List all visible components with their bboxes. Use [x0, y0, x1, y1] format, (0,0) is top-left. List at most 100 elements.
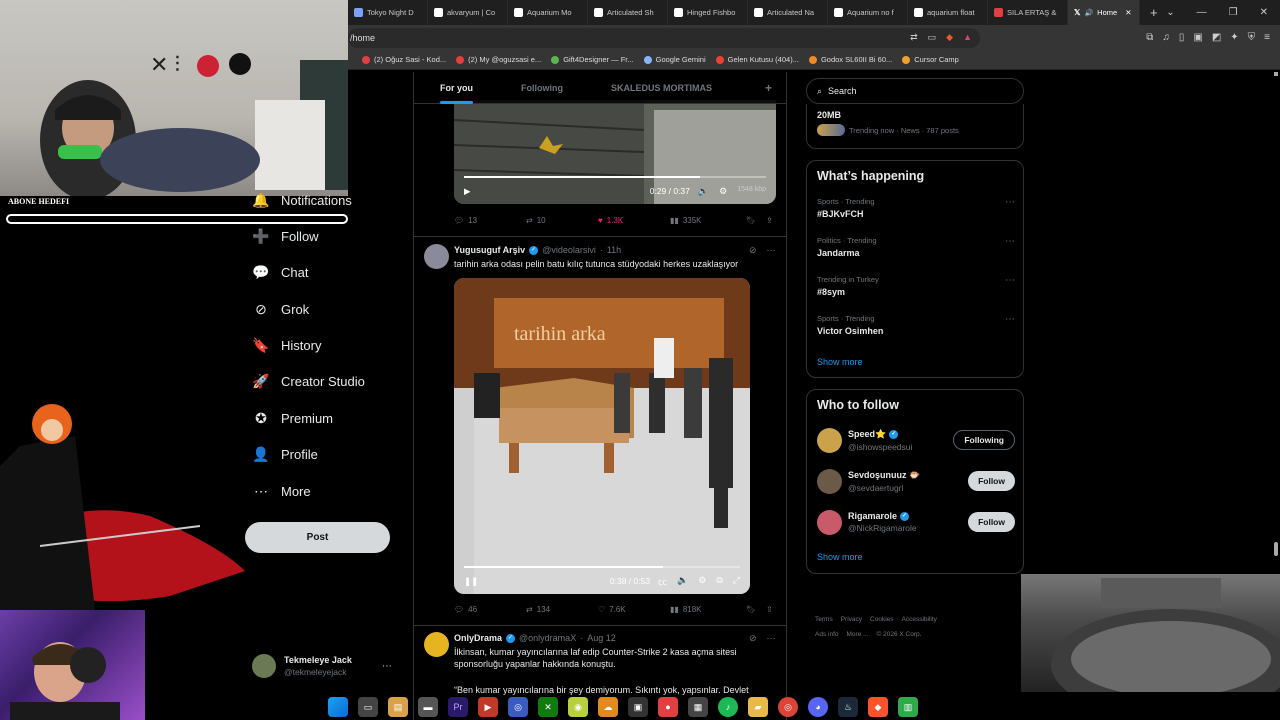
avatar[interactable]	[817, 509, 842, 535]
tweet3-time[interactable]: Aug 12	[587, 633, 616, 643]
browser-tab[interactable]: Articulated Sh	[588, 0, 668, 25]
browser-tab[interactable]: Aquarium Mo	[508, 0, 588, 25]
record-icon[interactable]: ●	[658, 697, 678, 717]
wallet-icon[interactable]: ◩	[1212, 32, 1221, 43]
repost-button[interactable]: ⇄ 134	[526, 605, 598, 614]
folder-icon[interactable]: ▰	[748, 697, 768, 717]
bookmark-item[interactable]: Cursor Camp	[902, 55, 959, 64]
tweet1-video[interactable]: ▶ 0:29 / 0:37 🔈 ⚙ 1548 kbp	[454, 100, 776, 204]
pause-icon[interactable]: ❚❚	[464, 576, 478, 587]
more-icon[interactable]: ⋯	[382, 661, 392, 672]
browser-tab[interactable]: SILA ERTAŞ &	[988, 0, 1068, 25]
search-app-icon[interactable]: ◎	[508, 697, 528, 717]
edge-icon[interactable]	[328, 697, 348, 717]
footer-link[interactable]: Privacy	[841, 616, 862, 623]
follow-button[interactable]: Follow	[968, 471, 1015, 491]
tweet2-avatar[interactable]	[424, 244, 449, 269]
premiere-icon[interactable]: Pr	[448, 697, 468, 717]
views-button[interactable]: ▮▮ 818K	[670, 605, 742, 614]
youtube-studio-icon[interactable]: ▶	[478, 697, 498, 717]
xbox-icon[interactable]: ✕	[538, 697, 558, 717]
spotify-icon[interactable]: ♪	[718, 697, 738, 717]
notepad-icon[interactable]: ▤	[388, 697, 408, 717]
more-icon[interactable]: ⋯	[767, 633, 776, 644]
footer-link[interactable]: Terms	[815, 616, 833, 623]
discord-icon[interactable]: ◕	[808, 697, 828, 717]
avatar[interactable]	[817, 427, 842, 453]
scrollbar-thumb[interactable]	[1274, 542, 1278, 556]
brave-icon[interactable]: ◆	[868, 697, 888, 717]
close-window-icon[interactable]: ✕	[1260, 7, 1268, 18]
more-icon[interactable]: ⋯	[1005, 236, 1015, 247]
sidebar-item-more[interactable]: ⋯ More	[253, 479, 365, 503]
pip-icon[interactable]: ⧉	[716, 575, 722, 588]
bookmark-icon[interactable]: 🔖︎	[746, 605, 756, 614]
grok-explain-icon[interactable]: ⊘	[749, 633, 757, 644]
tweet2-video[interactable]: tarihin arka ❚❚ 0:38 / 0:53 ㏄ 🔈 ⚙ ⧉ ⤢	[454, 278, 750, 594]
minimize-icon[interactable]: —	[1197, 7, 1207, 18]
show-more-follow-link[interactable]: Show more	[817, 552, 863, 562]
keyboard-icon[interactable]: ▬	[418, 697, 438, 717]
cast-icon[interactable]: ▭	[928, 32, 937, 43]
reply-button[interactable]: 💬︎ 46	[454, 605, 526, 614]
settings-icon[interactable]: ⚙	[719, 186, 727, 197]
trend-item[interactable]: Politics · Trending Jandarma ⋯	[817, 236, 1015, 258]
volume-icon[interactable]: 🔈	[698, 186, 709, 197]
tab-following[interactable]: Following	[495, 72, 585, 104]
footer-link[interactable]: Ads info	[815, 631, 839, 638]
fullscreen-icon[interactable]: ⤢	[733, 575, 740, 588]
menu-icon[interactable]: ≡	[1264, 32, 1270, 43]
chrome-icon[interactable]: ◎	[778, 697, 798, 717]
close-tab-icon[interactable]: ✕	[1125, 8, 1131, 17]
tweet2-handle[interactable]: @videolarsivi	[542, 245, 596, 255]
browser-tab[interactable]: Articulated Na	[748, 0, 828, 25]
follow-suggestion[interactable]: Rigamarole ✓ @NickRigamarole Follow	[817, 508, 1015, 536]
media-icon[interactable]: ♫	[1162, 32, 1170, 43]
brave-shield-icon[interactable]: ◆	[946, 32, 953, 43]
terminal-icon[interactable]: ▣	[628, 697, 648, 717]
follow-button[interactable]: Follow	[968, 512, 1015, 532]
tasks-icon[interactable]: ▥	[898, 697, 918, 717]
more-icon[interactable]: ⋯	[1005, 197, 1015, 208]
scrollbar[interactable]	[1272, 70, 1280, 694]
more-icon[interactable]: ⋯	[1005, 314, 1015, 325]
url-text[interactable]: /home	[350, 33, 375, 43]
share-icon[interactable]: ⇪	[766, 216, 773, 225]
sidebar-item-history[interactable]: 🔖 History	[252, 334, 365, 358]
sidebar-item-chat[interactable]: 💬 Chat	[252, 261, 365, 285]
like-button[interactable]: ♡ 7.6K	[598, 605, 670, 614]
browser-tab[interactable]: Tokyo Night D	[348, 0, 428, 25]
tweet3-handle[interactable]: @onlydramaX	[519, 633, 576, 643]
trend-topic[interactable]: 20MB	[817, 110, 841, 120]
sidebar-item-profile[interactable]: 👤 Profile	[252, 443, 365, 467]
volume-icon[interactable]: 🔈	[677, 575, 688, 588]
post-button[interactable]: Post	[245, 522, 390, 553]
cloud-icon[interactable]: ☁	[598, 697, 618, 717]
tweet2-time[interactable]: 11h	[607, 245, 621, 255]
bookmark-item[interactable]: Google Gemini	[643, 55, 706, 64]
like-button[interactable]: ♥ 1.3K	[598, 216, 670, 225]
avatar[interactable]	[817, 468, 842, 494]
bookmark-icon[interactable]: 🔖︎	[746, 216, 756, 225]
video-editor-icon[interactable]: ▦	[688, 697, 708, 717]
tab-for-you[interactable]: For you	[414, 72, 495, 104]
reply-button[interactable]: 💬︎ 13	[454, 216, 526, 225]
views-button[interactable]: ▮▮ 335K	[670, 216, 742, 225]
app-icon[interactable]: ▭	[358, 697, 378, 717]
search-input[interactable]: ⌕ Search	[806, 78, 1024, 104]
bookmark-item[interactable]: Gelen Kutusu (404)...	[715, 55, 799, 64]
bookmark-item[interactable]: Godox SL60II Bi 60...	[808, 55, 892, 64]
translate-icon[interactable]: ⇄	[910, 32, 918, 43]
bookmark-item[interactable]: (2) Oğuz Sasi - Kod...	[362, 55, 446, 64]
browser-tab[interactable]: Aquarium no f	[828, 0, 908, 25]
follow-suggestion[interactable]: Sevdoşunuuz 🐡 @sevdaertugrl Follow	[817, 467, 1015, 495]
new-tab-button[interactable]: +	[1150, 5, 1158, 20]
footer-link[interactable]: Cookies	[870, 616, 893, 623]
sidebar-item-grok[interactable]: ⊘ Grok	[253, 297, 365, 321]
bookmark-item[interactable]: Gift4Designer — Fr...	[551, 55, 634, 64]
grok-explain-icon[interactable]: ⊘	[749, 245, 757, 256]
sidebar-item-creator-studio[interactable]: 🚀 Creator Studio	[252, 370, 365, 394]
sidebar-item-follow[interactable]: ➕ Follow	[252, 224, 365, 248]
show-more-trends-link[interactable]: Show more	[817, 357, 863, 367]
tab-home[interactable]: 𝕏 🔊 Home ✕	[1068, 0, 1140, 25]
